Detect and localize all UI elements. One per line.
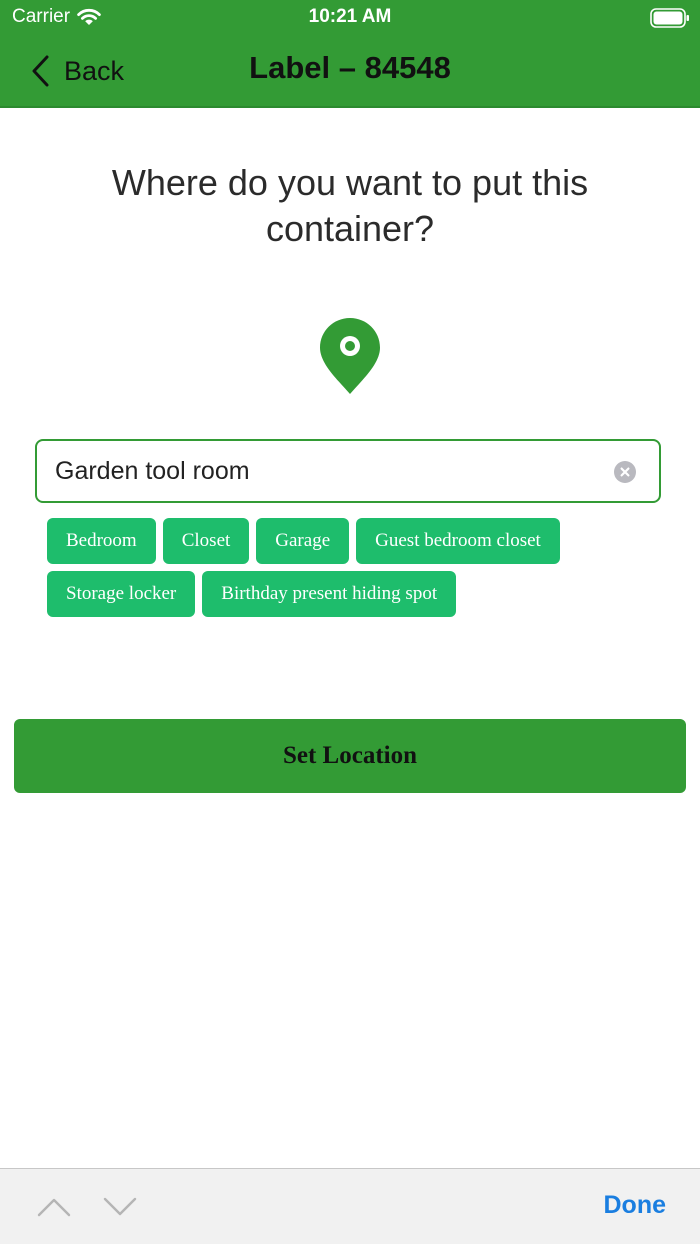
nav-bar: Back Label – 84548: [0, 36, 700, 106]
page-title: Label – 84548: [249, 50, 451, 85]
location-input[interactable]: [55, 441, 595, 501]
chevron-down-icon[interactable]: [102, 1195, 138, 1219]
status-time: 10:21 AM: [308, 6, 392, 27]
suggestion-row: Bedroom Closet Garage Guest bedroom clos…: [47, 518, 667, 564]
suggestion-chip-closet[interactable]: Closet: [162, 518, 250, 564]
suggestion-chip-birthday-present-hiding-spot[interactable]: Birthday present hiding spot: [202, 571, 457, 617]
location-suggestions: Bedroom Closet Garage Guest bedroom clos…: [47, 518, 667, 624]
suggestion-chip-guest-bedroom-closet[interactable]: Guest bedroom closet: [356, 518, 560, 564]
clear-icon[interactable]: [613, 460, 637, 484]
location-field: [35, 439, 661, 503]
done-button[interactable]: Done: [604, 1191, 667, 1220]
chevron-up-icon[interactable]: [36, 1195, 72, 1219]
suggestion-row: Storage locker Birthday present hiding s…: [47, 571, 667, 617]
set-location-button[interactable]: Set Location: [14, 719, 686, 793]
suggestion-chip-storage-locker[interactable]: Storage locker: [47, 571, 196, 617]
keyboard-accessory-bar: Done: [0, 1168, 700, 1244]
battery-icon: [650, 8, 689, 28]
location-question: Where do you want to put this container?: [111, 162, 589, 249]
status-bar: Carrier 10:21 AM: [0, 0, 700, 36]
suggestion-chip-bedroom[interactable]: Bedroom: [47, 518, 156, 564]
header: Carrier 10:21 AM Back Label – 84548: [0, 0, 700, 108]
location-pin-icon: [320, 318, 380, 394]
screen: Carrier 10:21 AM Back Label – 84548 Wher…: [0, 0, 700, 1244]
suggestion-chip-garage[interactable]: Garage: [256, 518, 350, 564]
